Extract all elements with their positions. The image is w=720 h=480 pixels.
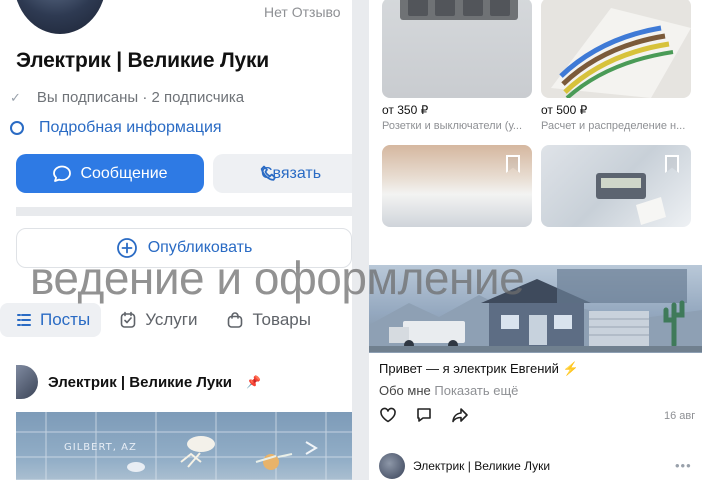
next-post-header[interactable]: Электрик | Великие Луки (379, 453, 550, 479)
next-post-avatar (379, 453, 405, 479)
pin-icon: 📌 (246, 375, 261, 389)
details-link-label: Подробная информация (39, 119, 222, 136)
product-card[interactable]: от 500 ₽ Расчет и распределение н... (541, 0, 691, 132)
comment-icon[interactable] (415, 406, 433, 424)
post-header[interactable]: Электрик | Великие Луки 📌 (16, 365, 261, 399)
share-icon[interactable] (451, 406, 469, 424)
tab-posts-label: Посты (40, 310, 91, 329)
product-card[interactable] (382, 145, 532, 227)
product-image (382, 145, 532, 227)
details-link[interactable]: Подробная информация (10, 119, 222, 137)
community-avatar[interactable] (14, 0, 106, 34)
call-button[interactable]: Связать (213, 154, 352, 193)
reviews-label[interactable]: Нет Отзыво (264, 4, 341, 20)
next-post-author: Электрик | Великие Луки (413, 459, 551, 473)
chat-bubble-icon (53, 165, 72, 182)
socket-strip (400, 0, 518, 20)
about-label: Обо мне (379, 383, 431, 398)
house-illustration (369, 269, 702, 353)
tab-posts[interactable]: Посты (0, 303, 102, 337)
post-image[interactable]: GILBERT, AZ (16, 412, 352, 480)
post-author-name: Электрик | Великие Луки (48, 373, 233, 391)
message-button-label: Сообщение (80, 164, 168, 182)
subscription-status[interactable]: ✓ Вы подписаны · 2 подписчика (10, 89, 244, 106)
tab-services[interactable]: Услуги (109, 303, 208, 337)
post-image-caption: GILBERT, AZ (64, 442, 137, 453)
post-text: Привет — я электрик Евгений ⚡ (379, 361, 579, 376)
product-price: от 500 ₽ (541, 103, 588, 117)
checklist-icon (120, 311, 136, 328)
message-button[interactable]: Сообщение (16, 154, 204, 193)
more-dots-icon[interactable]: ••• (675, 458, 692, 473)
post-actions (379, 406, 469, 424)
bookmark-icon[interactable] (506, 155, 520, 173)
phone-icon (260, 165, 276, 181)
cables-illustration (551, 8, 691, 98)
tab-goods[interactable]: Товары (216, 303, 321, 337)
subscription-text: Вы подписаны · 2 подписчика (36, 89, 245, 106)
product-image (541, 0, 691, 98)
info-icon (10, 121, 24, 135)
product-image (541, 145, 691, 227)
community-name: Электрик | Великие Луки (16, 49, 270, 72)
heart-icon[interactable] (379, 406, 397, 424)
plus-circle-icon (116, 238, 137, 258)
product-image (382, 0, 532, 98)
checkmark-icon: ✓ (10, 90, 21, 105)
tab-goods-label: Товары (252, 310, 311, 329)
post-banner-image[interactable] (369, 265, 702, 353)
post-author-avatar (16, 365, 38, 399)
post-date: 16 авг (664, 410, 696, 422)
feed-panel: от 350 ₽ Розетки и выключатели (у... от … (369, 0, 720, 480)
tab-services-label: Услуги (145, 310, 198, 329)
content-tabs: Посты Услуги Товары (0, 302, 330, 338)
product-price: от 350 ₽ (382, 103, 429, 117)
product-card[interactable]: от 350 ₽ Розетки и выключатели (у... (382, 0, 532, 132)
section-divider (16, 207, 352, 216)
publish-button[interactable]: Опубликовать (16, 228, 352, 268)
product-card[interactable] (541, 145, 691, 227)
list-icon (17, 314, 31, 326)
show-more-link[interactable]: Показать ещё (434, 383, 518, 398)
product-category: Расчет и распределение н... (541, 120, 686, 132)
bag-icon (228, 312, 243, 328)
community-profile-panel: Нет Отзыво Электрик | Великие Луки ✓ Вы п… (0, 0, 352, 480)
product-category: Розетки и выключатели (у... (382, 120, 523, 132)
about-line: Обо мне Показать ещё (379, 383, 518, 398)
publish-button-label: Опубликовать (147, 239, 253, 256)
